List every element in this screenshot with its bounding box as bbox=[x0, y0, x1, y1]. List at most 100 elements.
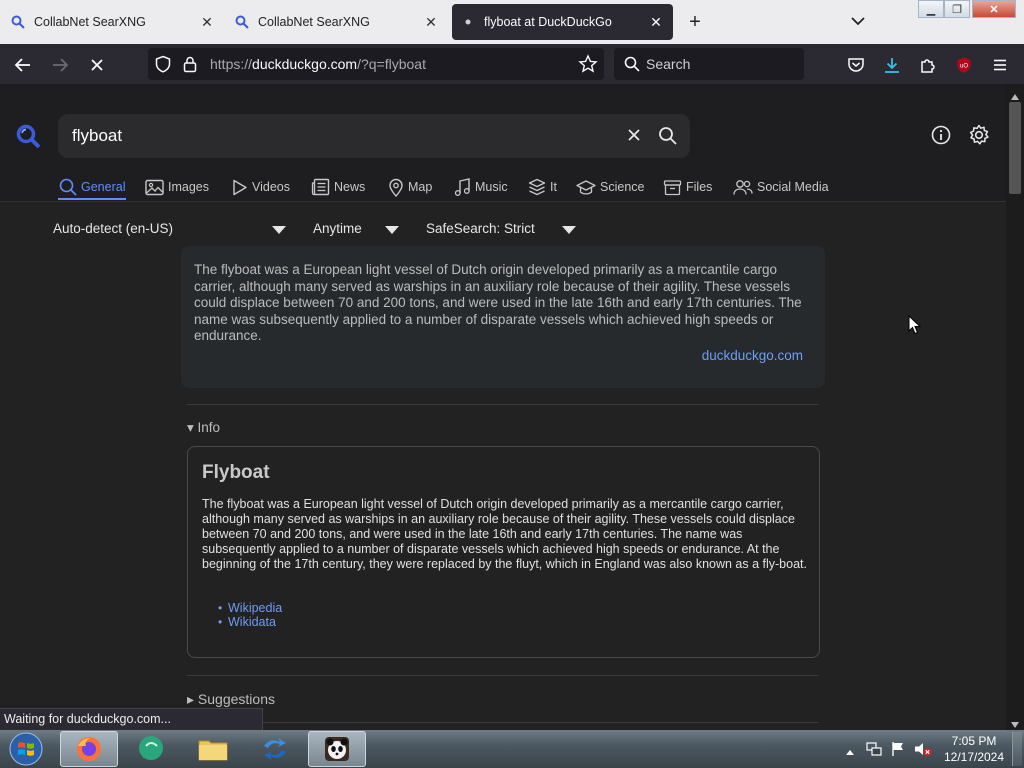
music-icon bbox=[454, 177, 470, 196]
extensions-puzzle-icon[interactable] bbox=[915, 52, 941, 78]
volume-muted-icon[interactable] bbox=[914, 741, 932, 762]
close-tab-icon[interactable]: ✕ bbox=[198, 13, 216, 31]
settings-gear-icon[interactable] bbox=[968, 124, 990, 151]
taskbar-app-green[interactable] bbox=[122, 731, 180, 767]
chat-bubble-icon bbox=[139, 736, 163, 760]
bookmark-star-icon[interactable] bbox=[578, 54, 598, 79]
category-music[interactable]: Music bbox=[454, 177, 508, 197]
language-select-value: Auto-detect (en-US) bbox=[53, 221, 174, 236]
page-scrollbar[interactable] bbox=[1006, 84, 1024, 730]
action-center-flag-icon[interactable] bbox=[890, 741, 906, 762]
tab-1[interactable]: CollabNet SearXNG ✕ bbox=[2, 4, 224, 40]
search-icon bbox=[624, 56, 640, 77]
search-icon bbox=[234, 14, 250, 30]
category-label: Map bbox=[408, 180, 433, 194]
tab-title: CollabNet SearXNG bbox=[34, 15, 146, 29]
category-label: It bbox=[550, 180, 557, 194]
window-close-button[interactable]: ✕ bbox=[972, 0, 1016, 18]
status-text: Waiting for duckduckgo.com... bbox=[4, 712, 171, 726]
close-tab-icon[interactable]: ✕ bbox=[422, 13, 440, 31]
bullet: • bbox=[218, 601, 223, 615]
category-social-media[interactable]: Social Media bbox=[733, 177, 829, 197]
info-section-toggle[interactable]: ▾ Info bbox=[187, 420, 220, 436]
active-category-underline bbox=[58, 198, 126, 200]
category-news[interactable]: News bbox=[311, 177, 365, 197]
show-desktop-button[interactable] bbox=[1012, 732, 1022, 766]
newspaper-icon bbox=[311, 178, 330, 196]
category-it[interactable]: It bbox=[528, 177, 557, 197]
show-hidden-icons-arrow-icon[interactable] bbox=[845, 743, 855, 761]
wikidata-link[interactable]: Wikidata bbox=[228, 615, 276, 629]
hamburger-menu-icon[interactable] bbox=[987, 52, 1013, 78]
category-general[interactable]: General bbox=[59, 177, 125, 197]
close-tab-icon[interactable]: ✕ bbox=[647, 13, 665, 31]
chevron-down-icon[interactable] bbox=[562, 226, 576, 234]
new-tab-button[interactable]: + bbox=[684, 10, 706, 34]
browser-search-field[interactable]: Search bbox=[614, 48, 804, 80]
suggestions-section-toggle[interactable]: ▸ Suggestions bbox=[187, 691, 275, 708]
answer-text: The flyboat was a European light vessel … bbox=[194, 262, 802, 343]
answer-source-link[interactable]: duckduckgo.com bbox=[702, 348, 803, 363]
address-bar[interactable]: https://duckduckgo.com/?q=flyboat bbox=[148, 48, 604, 80]
wikipedia-link[interactable]: Wikipedia bbox=[228, 601, 282, 615]
search-placeholder: Search bbox=[646, 56, 691, 72]
language-select[interactable]: Auto-detect (en-US) bbox=[53, 221, 173, 236]
arrow-left-icon bbox=[14, 58, 30, 72]
clear-query-icon[interactable] bbox=[626, 127, 642, 148]
arrow-right-icon bbox=[53, 58, 69, 72]
info-circle-icon[interactable] bbox=[931, 125, 951, 150]
tracking-protection-shield-icon[interactable] bbox=[154, 55, 172, 78]
network-icon[interactable] bbox=[866, 741, 882, 762]
tab-3-active[interactable]: flyboat at DuckDuckGo ✕ bbox=[452, 4, 673, 40]
safesearch-select[interactable]: SafeSearch: Strict bbox=[426, 221, 535, 236]
downloads-icon[interactable] bbox=[879, 52, 905, 78]
minimize-button[interactable]: ▁ bbox=[918, 0, 944, 18]
tab-title: flyboat at DuckDuckGo bbox=[484, 15, 612, 29]
time-range-select[interactable]: Anytime bbox=[313, 221, 362, 236]
scroll-up-arrow-icon[interactable] bbox=[1010, 88, 1020, 100]
ublock-origin-icon[interactable]: uO bbox=[951, 52, 977, 78]
info-label: Info bbox=[197, 420, 221, 435]
category-map[interactable]: Map bbox=[388, 177, 432, 197]
category-label: Science bbox=[600, 180, 645, 194]
windows-logo-icon bbox=[9, 732, 43, 766]
clock-time: 7:05 PM bbox=[951, 734, 997, 748]
scroll-down-arrow-icon[interactable] bbox=[1010, 716, 1020, 728]
url-text[interactable]: https://duckduckgo.com/?q=flyboat bbox=[210, 56, 426, 72]
searxng-logo-icon[interactable] bbox=[16, 124, 42, 155]
taskbar-explorer[interactable] bbox=[184, 731, 242, 767]
chevron-down-icon[interactable] bbox=[385, 226, 399, 234]
category-label: News bbox=[334, 180, 366, 194]
category-science[interactable]: Science bbox=[576, 177, 644, 197]
pocket-icon[interactable] bbox=[843, 52, 869, 78]
url-domain: duckduckgo.com bbox=[252, 56, 358, 72]
category-images[interactable]: Images bbox=[145, 177, 209, 197]
back-button[interactable] bbox=[10, 52, 36, 78]
category-label: Social Media bbox=[757, 180, 829, 194]
taskbar-firefox[interactable] bbox=[60, 731, 118, 767]
lock-icon[interactable] bbox=[182, 55, 198, 78]
system-clock[interactable]: 7:05 PM 12/17/2024 bbox=[938, 733, 1010, 765]
taskbar-app-panda[interactable] bbox=[308, 731, 366, 767]
divider bbox=[187, 675, 819, 676]
svg-text:uO: uO bbox=[960, 64, 968, 70]
list-all-tabs-button[interactable] bbox=[848, 11, 868, 31]
stop-loading-button[interactable] bbox=[84, 52, 110, 78]
status-bar: Waiting for duckduckgo.com... bbox=[0, 708, 263, 730]
chevron-down-icon[interactable] bbox=[272, 226, 286, 234]
maximize-button[interactable]: ❐ bbox=[944, 0, 970, 18]
map-pin-icon bbox=[389, 178, 403, 197]
submit-search-icon[interactable] bbox=[658, 126, 678, 151]
folder-icon bbox=[198, 740, 228, 761]
query-input[interactable]: flyboat bbox=[58, 114, 690, 158]
forward-button[interactable] bbox=[47, 52, 73, 78]
taskbar-app-arrows[interactable] bbox=[246, 731, 304, 767]
category-files[interactable]: Files bbox=[663, 177, 712, 197]
scrollbar-thumb[interactable] bbox=[1009, 102, 1021, 194]
windows-taskbar: 7:05 PM 12/17/2024 bbox=[0, 730, 1024, 768]
category-videos[interactable]: Videos bbox=[232, 177, 290, 197]
start-button[interactable] bbox=[6, 731, 46, 767]
tab-2[interactable]: CollabNet SearXNG ✕ bbox=[226, 4, 448, 40]
category-label: Videos bbox=[252, 180, 290, 194]
url-scheme: https:// bbox=[210, 56, 253, 72]
